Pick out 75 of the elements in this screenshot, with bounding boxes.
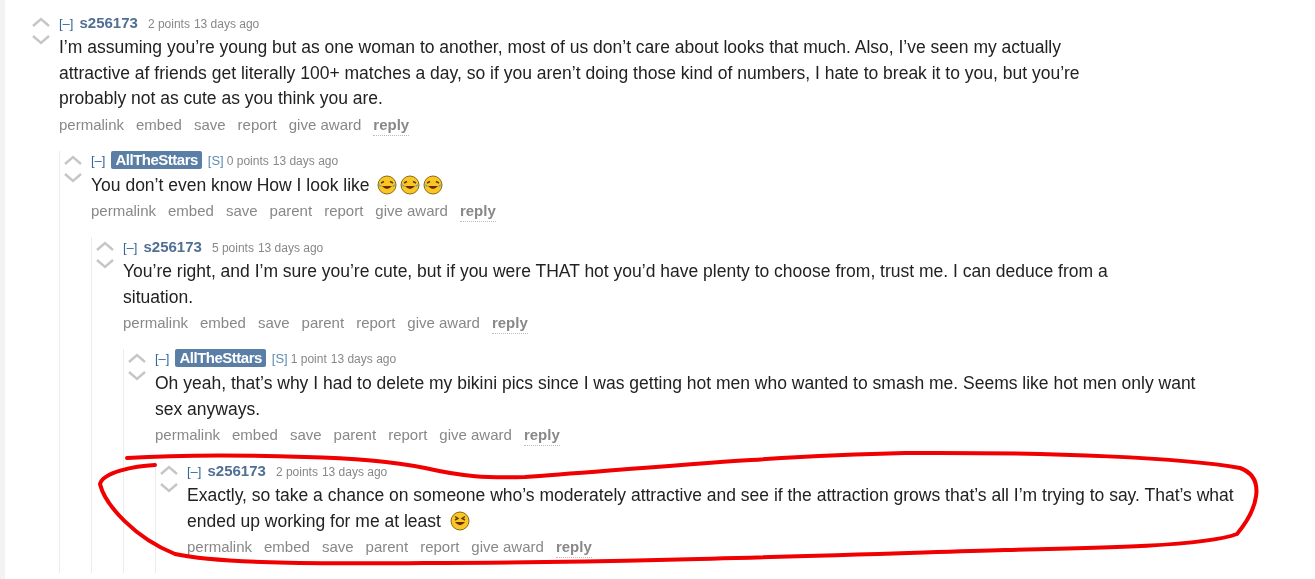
grinning-face-icon bbox=[449, 510, 470, 531]
collapse-toggle[interactable]: [–] bbox=[59, 14, 74, 34]
comment-score: 0 points bbox=[226, 152, 269, 170]
downvote-icon[interactable] bbox=[96, 259, 114, 269]
comment-action-link[interactable]: give award bbox=[288, 114, 362, 136]
upvote-icon[interactable] bbox=[32, 17, 50, 27]
submitter-author-link[interactable]: AllTheSttars bbox=[111, 150, 202, 169]
comment-action-link[interactable]: embed bbox=[200, 313, 246, 334]
comment-time: 13 days ago bbox=[330, 351, 397, 368]
upvote-icon[interactable] bbox=[96, 241, 114, 251]
comment-action-link[interactable]: embed bbox=[136, 114, 182, 136]
comment-time: 13 days ago bbox=[272, 152, 339, 170]
comment-score: 2 points bbox=[147, 16, 190, 33]
collapse-toggle[interactable]: [–] bbox=[91, 150, 106, 171]
comment-time: 13 days ago bbox=[193, 16, 260, 33]
comment-action-link[interactable]: parent bbox=[365, 537, 409, 558]
comment-action-link[interactable]: parent bbox=[301, 313, 345, 334]
comment-action-link[interactable]: give award bbox=[407, 313, 480, 334]
submitter-author-link[interactable]: AllTheSttars bbox=[175, 349, 266, 367]
comment-action-link[interactable]: embed bbox=[264, 537, 310, 558]
comment-action-link[interactable]: give award bbox=[439, 425, 512, 446]
submitter-mark: [S] bbox=[271, 350, 288, 368]
comment-text: Exactly, so take a chance on someone who’s moderately attractive and see if the attraction grows that’s all I’m trying to say. That’s what ended up working for me at least bbox=[187, 484, 1235, 533]
author-link[interactable]: s256173 bbox=[207, 461, 266, 481]
submitter-mark: [S] bbox=[207, 151, 224, 170]
comment-action-link[interactable]: embed bbox=[232, 425, 278, 446]
comment-action-link[interactable]: report bbox=[237, 114, 277, 136]
reply-link[interactable]: reply bbox=[491, 313, 528, 334]
comment-action-link[interactable]: report bbox=[420, 537, 460, 558]
comment-score: 1 point bbox=[290, 351, 327, 368]
collapse-toggle[interactable]: [–] bbox=[155, 349, 170, 369]
comment-action-link[interactable]: save bbox=[193, 114, 226, 136]
comment-action-link[interactable]: report bbox=[388, 425, 428, 446]
comment-action-link[interactable]: save bbox=[257, 313, 290, 334]
comment-time: 13 days ago bbox=[321, 464, 388, 481]
upvote-icon[interactable] bbox=[160, 465, 178, 475]
comment-action-link[interactable]: permalink bbox=[59, 114, 125, 136]
downvote-icon[interactable] bbox=[32, 35, 50, 45]
downvote-icon[interactable] bbox=[64, 172, 82, 183]
comment-action-link[interactable]: parent bbox=[333, 425, 377, 446]
author-link[interactable]: s256173 bbox=[143, 237, 202, 257]
comment-action-link[interactable]: permalink bbox=[91, 201, 157, 222]
comment-action-link[interactable]: give award bbox=[471, 537, 544, 558]
comment-score: 5 points bbox=[211, 240, 254, 257]
reply-link[interactable]: reply bbox=[555, 537, 592, 558]
comment-text: I’m assuming you’re young but as one woman to another, most of us don’t care about looks that much. Also, I’ve seen my actually attractive af friends get literally 100+ matches a day, so if you aren’t doing those kind of numbers, I hate to break it to you, but you’re probably not as cute as you think you are. bbox=[59, 36, 1081, 110]
comment-score: 2 points bbox=[275, 464, 318, 481]
comment-action-link[interactable]: embed bbox=[168, 201, 214, 222]
author-link[interactable]: s256173 bbox=[79, 13, 138, 33]
comment-action-link[interactable]: parent bbox=[269, 201, 313, 222]
comment-text: You’re right, and I’m sure you’re cute, but if you were THAT hot you’d have plenty to choose from, trust me. I can deduce from a situation. bbox=[123, 260, 1109, 309]
reply-link[interactable]: reply bbox=[459, 201, 496, 222]
laughing-face-icon bbox=[423, 174, 444, 195]
comment-text: You don’t even know How I look like bbox=[91, 172, 1143, 198]
collapse-toggle[interactable]: [–] bbox=[123, 238, 138, 258]
comment-action-link[interactable]: save bbox=[225, 201, 258, 222]
comment-action-link[interactable]: permalink bbox=[187, 537, 253, 558]
comment-time: 13 days ago bbox=[257, 240, 324, 257]
downvote-icon[interactable] bbox=[160, 483, 178, 493]
downvote-icon[interactable] bbox=[128, 371, 146, 381]
comment-action-link[interactable]: report bbox=[356, 313, 396, 334]
comment-text: Oh yeah, that’s why I had to delete my bikini pics since I was getting hot men who wanted to smash me. Seems like hot men only want sex anyways. bbox=[155, 372, 1197, 421]
comment-action-link[interactable]: save bbox=[289, 425, 322, 446]
reply-link[interactable]: reply bbox=[373, 114, 410, 136]
collapse-toggle[interactable]: [–] bbox=[187, 462, 202, 482]
laughing-face-icon bbox=[400, 174, 421, 195]
upvote-icon[interactable] bbox=[128, 353, 146, 363]
reply-link[interactable]: reply bbox=[523, 425, 560, 446]
comment-action-link[interactable]: report bbox=[324, 201, 364, 222]
comment-action-link[interactable]: save bbox=[321, 537, 354, 558]
comment-action-link[interactable]: permalink bbox=[155, 425, 221, 446]
upvote-icon[interactable] bbox=[64, 154, 82, 165]
laughing-face-icon bbox=[377, 174, 398, 195]
comment-action-link[interactable]: give award bbox=[375, 201, 448, 222]
comment-action-link[interactable]: permalink bbox=[123, 313, 189, 334]
